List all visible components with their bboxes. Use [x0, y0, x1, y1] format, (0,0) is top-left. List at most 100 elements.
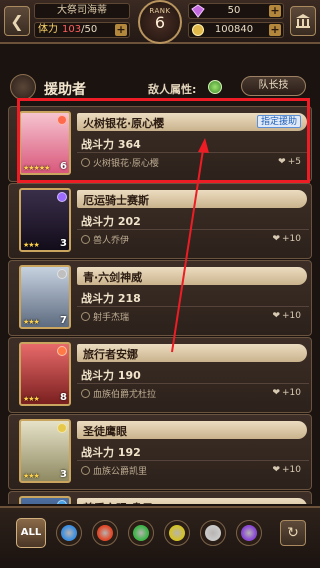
- helper-leader-skill: 血族伯爵尤杜拉: [81, 387, 156, 400]
- card-divider: [77, 460, 309, 461]
- helper-portrait: ★★★ 7: [19, 265, 71, 329]
- helper-name: 厄运骑士赛斯: [83, 194, 149, 207]
- helper-portrait: ★★★★★ 6: [19, 111, 71, 175]
- helper-card[interactable]: ★★★ 3 厄运骑士赛斯 战斗力 202 兽人乔伊 ❤ +10: [8, 183, 312, 259]
- helper-portrait: ★★★ 3: [19, 419, 71, 483]
- sort-button[interactable]: ↻: [280, 520, 306, 546]
- leader-skill-label: 队长技: [258, 80, 289, 91]
- filter-all-button[interactable]: ALL: [16, 518, 46, 548]
- filter-dark-button[interactable]: [236, 520, 262, 546]
- gem-icon: [191, 4, 205, 18]
- fire-element-icon: [97, 525, 113, 541]
- card-divider: [77, 306, 309, 307]
- skill-name: 血族伯爵尤杜拉: [93, 390, 157, 400]
- light-element-icon: [205, 525, 221, 541]
- rank-value: 6: [154, 13, 166, 32]
- player-name: 大祭司海蒂: [34, 3, 130, 19]
- dark-element-icon: [241, 525, 257, 541]
- water-element-icon: [61, 525, 77, 541]
- element-icon: [57, 269, 67, 279]
- bonus-value: +10: [282, 465, 301, 475]
- helper-level: 8: [60, 392, 67, 403]
- helper-name: 慈爱之眼·鼻目: [83, 500, 153, 504]
- rank-badge: RANK 6: [138, 0, 182, 44]
- filter-water-button[interactable]: [56, 520, 82, 546]
- skill-name: 兽人乔伊: [93, 236, 130, 246]
- rarity-stars: ★★★: [23, 472, 40, 480]
- heart-icon: ❤: [272, 465, 280, 475]
- friendship-bonus: ❤ +10: [272, 234, 301, 244]
- gold-display: 100840 +: [188, 22, 284, 38]
- add-gem-button[interactable]: +: [269, 5, 281, 17]
- helper-level: 6: [60, 161, 67, 172]
- helper-portrait: [19, 496, 71, 504]
- back-button[interactable]: ❮: [4, 6, 30, 36]
- helper-power: 战斗力 364: [81, 138, 141, 151]
- filter-fire-button[interactable]: [92, 520, 118, 546]
- rarity-stars: ★★★: [23, 395, 40, 403]
- element-icon: [57, 500, 67, 504]
- helper-name-bar: 火树银花·原心樱 指定援助: [77, 113, 307, 131]
- helper-level: 3: [60, 469, 67, 480]
- add-gold-button[interactable]: +: [269, 24, 281, 36]
- bonus-value: +5: [287, 157, 301, 167]
- helper-portrait: ★★★ 8: [19, 342, 71, 406]
- element-icon: [57, 115, 67, 125]
- helper-name: 青·六剑神威: [83, 271, 143, 284]
- helper-card[interactable]: 慈爱之眼·鼻目: [8, 491, 312, 504]
- helper-portrait: ★★★ 3: [19, 188, 71, 252]
- leader-skill-button[interactable]: 队长技: [241, 76, 306, 96]
- friendship-bonus: ❤ +10: [272, 388, 301, 398]
- helper-name-bar: 青·六剑神威: [77, 267, 307, 285]
- helper-card[interactable]: ★★★ 7 青·六剑神威 战斗力 218 射手杰瑞 ❤ +10: [8, 260, 312, 336]
- friendship-bonus: ❤ +10: [272, 465, 301, 475]
- back-arrow-icon: ❮: [10, 11, 24, 31]
- stamina-max: /50: [81, 24, 98, 35]
- helper-name: 旅行者安娜: [83, 348, 138, 361]
- refresh-icon: ↻: [287, 525, 299, 541]
- stamina-current: 103: [62, 24, 82, 35]
- helper-leader-skill: 兽人乔伊: [81, 233, 129, 246]
- search-icon: [81, 158, 90, 167]
- helper-list[interactable]: ★★★★★ 6 火树银花·原心樱 指定援助 战斗力 364 火树银花·原心樱 ❤…: [8, 106, 312, 504]
- search-icon: [81, 389, 90, 398]
- add-stamina-button[interactable]: +: [115, 24, 127, 36]
- filter-wind-button[interactable]: [128, 520, 154, 546]
- friendship-bonus: ❤ +10: [272, 311, 301, 321]
- skill-name: 血族公爵凯里: [93, 467, 148, 477]
- gold-count: 100840: [214, 24, 254, 35]
- wind-element-icon: [208, 80, 222, 94]
- helper-name-bar: 慈爱之眼·鼻目: [77, 498, 307, 504]
- heart-icon: ❤: [272, 388, 280, 398]
- helper-card[interactable]: ★★★ 8 旅行者安娜 战斗力 190 血族伯爵尤杜拉 ❤ +10: [8, 337, 312, 413]
- helper-name: 火树银花·原心樱: [83, 117, 165, 130]
- wind-element-icon: [133, 525, 149, 541]
- helper-level: 3: [60, 238, 67, 249]
- gem-count: 50: [227, 5, 241, 16]
- bonus-value: +10: [282, 311, 301, 321]
- helper-name-bar: 圣徒鹰眼: [77, 421, 307, 439]
- skill-name: 射手杰瑞: [93, 313, 130, 323]
- card-divider: [77, 229, 309, 230]
- element-icon: [57, 192, 67, 202]
- heart-icon: ❤: [272, 234, 280, 244]
- skill-name: 火树银花·原心樱: [93, 159, 159, 169]
- element-icon: [57, 423, 67, 433]
- heart-icon: ❤: [272, 311, 280, 321]
- search-icon: [81, 312, 90, 321]
- helper-card[interactable]: ★★★ 3 圣徒鹰眼 战斗力 192 血族公爵凯里 ❤ +10: [8, 414, 312, 490]
- home-button[interactable]: [290, 6, 316, 36]
- helper-level: 7: [60, 315, 67, 326]
- helper-leader-skill: 射手杰瑞: [81, 310, 129, 323]
- helper-name: 圣徒鹰眼: [83, 425, 127, 438]
- helper-name-bar: 厄运骑士赛斯: [77, 190, 307, 208]
- helper-card[interactable]: ★★★★★ 6 火树银花·原心樱 指定援助 战斗力 364 火树银花·原心樱 ❤…: [8, 106, 312, 182]
- filter-light-button[interactable]: [200, 520, 226, 546]
- bonus-value: +10: [282, 234, 301, 244]
- friendship-bonus: ❤ +5: [278, 157, 301, 167]
- search-icon: [81, 466, 90, 475]
- gem-display: 50 +: [188, 3, 284, 19]
- helper-leader-skill: 火树银花·原心樱: [81, 156, 159, 169]
- filter-thunder-button[interactable]: [164, 520, 190, 546]
- element-icon: [57, 346, 67, 356]
